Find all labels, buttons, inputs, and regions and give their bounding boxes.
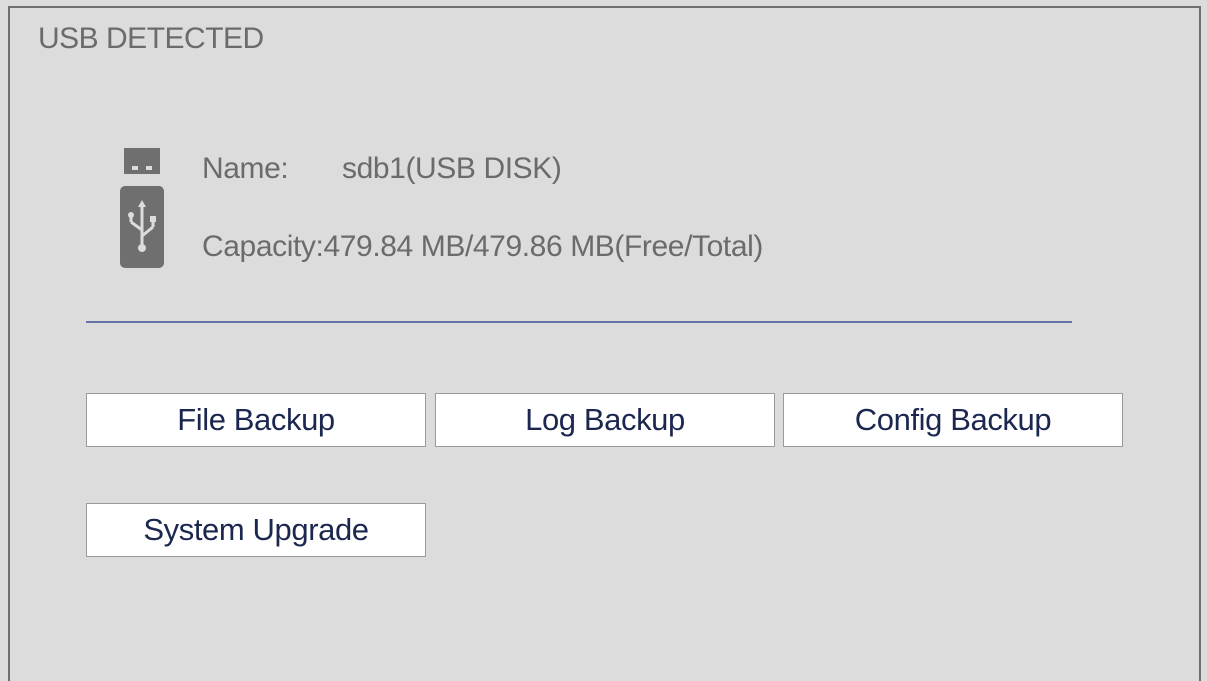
system-upgrade-button[interactable]: System Upgrade [86, 503, 426, 557]
file-backup-button[interactable]: File Backup [86, 393, 426, 447]
divider [86, 321, 1072, 323]
log-backup-button[interactable]: Log Backup [435, 393, 775, 447]
device-name-label: Name: [202, 152, 289, 185]
device-name-value: sdb1(USB DISK) [342, 152, 562, 185]
dialog-title: USB DETECTED [38, 22, 264, 55]
usb-drive-icon [110, 148, 174, 270]
device-name-row: Name: sdb1(USB DISK) [202, 152, 562, 186]
config-backup-button[interactable]: Config Backup [783, 393, 1123, 447]
device-capacity-label: Capacity: [202, 230, 324, 263]
usb-detected-dialog: USB DETECTED Name: sdb1(USB DISK) Capaci… [8, 6, 1201, 681]
device-capacity-row: Capacity:479.84 MB/479.86 MB(Free/Total) [202, 230, 763, 264]
device-capacity-value: 479.84 MB/479.86 MB(Free/Total) [323, 230, 763, 263]
